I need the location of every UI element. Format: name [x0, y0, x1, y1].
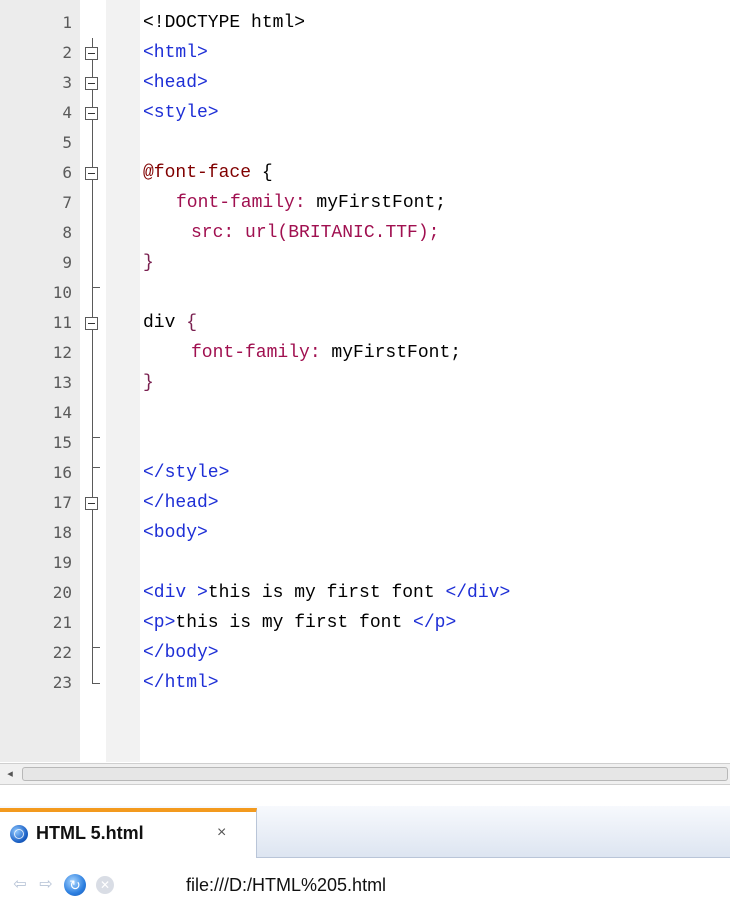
text-content: this is my first font [175, 613, 414, 633]
forward-arrow-icon[interactable]: ⇨ [36, 875, 56, 895]
css-value: myFirstFont; [320, 343, 462, 363]
line-number: 10 [52, 283, 72, 302]
css-value: myFirstFont; [305, 193, 447, 213]
line-number: 14 [52, 403, 72, 422]
code-line: div { [143, 308, 197, 338]
scrollbar-thumb[interactable] [22, 767, 728, 781]
html-tag: </div> [445, 583, 511, 603]
html-tag: <p> [143, 613, 176, 633]
html-tag: <div > [143, 583, 208, 603]
line-number: 18 [52, 523, 72, 542]
line-number: 20 [52, 583, 72, 602]
code-line: </body> [143, 638, 219, 668]
line-number: 2 [62, 43, 72, 62]
stop-icon[interactable]: ✕ [96, 876, 114, 894]
fold-end-marker [92, 467, 100, 468]
line-number: 3 [62, 73, 72, 92]
code-line: src: url(BRITANIC.TTF); [191, 218, 439, 248]
code-line: </style> [143, 458, 229, 488]
fold-end-marker [92, 683, 100, 684]
code-editor[interactable]: 1 2 3 4 5 6 7 8 9 10 11 12 13 14 15 16 1… [0, 0, 730, 762]
css-property: src: [191, 223, 235, 243]
line-number: 1 [62, 13, 72, 32]
code-line: font-family: myFirstFont; [176, 188, 446, 218]
brace: } [143, 373, 154, 393]
tab-bar: HTML 5.html × [0, 806, 730, 858]
brace: { [175, 313, 198, 333]
css-selector: div [143, 313, 176, 333]
code-line: } [143, 368, 154, 398]
line-number: 7 [62, 193, 72, 212]
fold-toggle-icon[interactable] [85, 47, 98, 60]
code-line: </html> [143, 668, 219, 698]
line-number: 4 [62, 103, 72, 122]
line-number: 5 [62, 133, 72, 152]
fold-guide-line [92, 38, 93, 684]
html-tag: </head> [143, 493, 219, 513]
reload-icon[interactable]: ↻ [64, 874, 86, 896]
css-value: url(BRITANIC.TTF); [234, 223, 440, 243]
fold-end-marker [92, 287, 100, 288]
code-line: <body> [143, 518, 208, 548]
line-number-gutter: 1 2 3 4 5 6 7 8 9 10 11 12 13 14 15 16 1… [0, 0, 80, 762]
fold-toggle-icon[interactable] [85, 167, 98, 180]
fold-toggle-icon[interactable] [85, 107, 98, 120]
brace: { [251, 163, 273, 183]
code-line: @font-face { [143, 158, 273, 188]
fold-toggle-icon[interactable] [85, 317, 98, 330]
html-tag: </p> [413, 613, 457, 633]
line-number: 13 [52, 373, 72, 392]
back-arrow-icon[interactable]: ⇦ [10, 875, 30, 895]
css-property: font-family: [191, 343, 321, 363]
fold-end-marker [92, 437, 100, 438]
line-number: 11 [52, 313, 72, 332]
line-number: 6 [62, 163, 72, 182]
line-number: 16 [52, 463, 72, 482]
line-number: 12 [52, 343, 72, 362]
code-line: } [143, 248, 154, 278]
address-bar: ⇦ ⇨ ↻ ✕ [0, 858, 730, 911]
line-number: 19 [52, 553, 72, 572]
line-number: 15 [52, 433, 72, 452]
globe-icon [10, 825, 28, 843]
html-tag: </html> [143, 673, 219, 693]
line-number: 9 [62, 253, 72, 272]
code-line: font-family: myFirstFont; [191, 338, 461, 368]
css-property: font-family: [176, 193, 306, 213]
code-line: </head> [143, 488, 219, 518]
html-tag: </body> [143, 643, 219, 663]
html-tag: <html> [143, 43, 208, 63]
html-tag: </style> [143, 463, 230, 483]
html-tag: <style> [143, 103, 219, 123]
html-tag: <head> [143, 73, 208, 93]
horizontal-scrollbar[interactable]: ◂ [0, 763, 730, 785]
line-number: 22 [52, 643, 72, 662]
code-line: <div >this is my first font </div> [143, 578, 510, 608]
code-line: <head> [143, 68, 208, 98]
fold-end-marker [92, 647, 100, 648]
scroll-left-arrow-icon[interactable]: ◂ [2, 766, 18, 782]
line-number: 23 [52, 673, 72, 692]
fold-toggle-icon[interactable] [85, 77, 98, 90]
code-line: <!DOCTYPE html> [143, 8, 305, 38]
code-line: <p>this is my first font </p> [143, 608, 456, 638]
at-rule: @font-face [143, 163, 252, 183]
doctype-declaration: <!DOCTYPE html> [143, 13, 306, 33]
close-tab-icon[interactable]: × [217, 824, 226, 842]
text-content: this is my first font [207, 583, 446, 603]
html-tag: <body> [143, 523, 208, 543]
fold-toggle-icon[interactable] [85, 497, 98, 510]
code-line: <style> [143, 98, 219, 128]
code-line: <html> [143, 38, 208, 68]
tab-title: HTML 5.html [36, 823, 144, 843]
line-number: 17 [52, 493, 72, 512]
editor-margin-strip [106, 0, 140, 762]
url-input[interactable] [186, 871, 726, 899]
brace: } [143, 253, 154, 273]
line-number: 8 [62, 223, 72, 242]
line-number: 21 [52, 613, 72, 632]
tab-html5[interactable]: HTML 5.html × [0, 808, 257, 858]
